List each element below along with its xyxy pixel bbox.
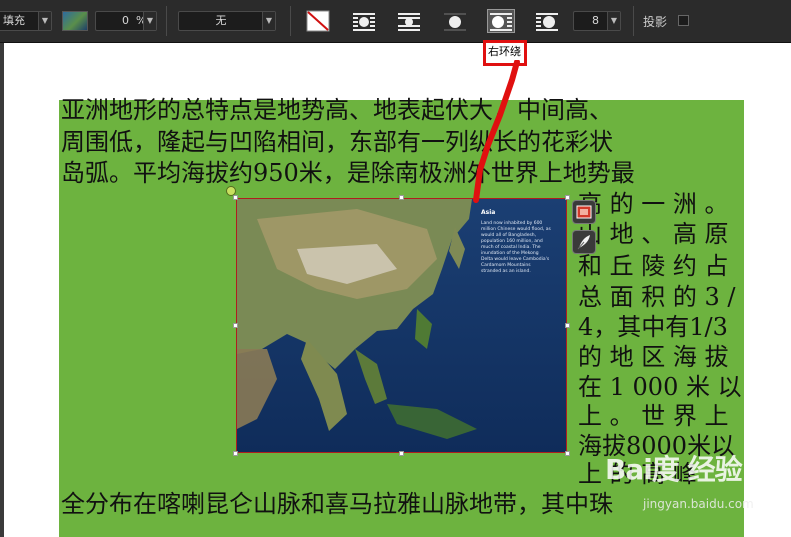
chevron-down-icon: ▼ bbox=[38, 12, 51, 30]
wrap-square-icon bbox=[353, 13, 375, 31]
wrap-none-button[interactable] bbox=[442, 10, 468, 32]
separator bbox=[290, 6, 291, 36]
paragraph-line: 亚洲地形的总特点是地势高、地表起伏大，中间高、 bbox=[61, 96, 613, 124]
rotate-handle[interactable] bbox=[226, 186, 236, 196]
edit-image-button[interactable] bbox=[572, 230, 596, 254]
wrap-left-button[interactable] bbox=[534, 10, 560, 32]
resize-handle[interactable] bbox=[565, 323, 570, 328]
tooltip-text: 右环绕 bbox=[488, 45, 521, 58]
resize-handle[interactable] bbox=[565, 195, 570, 200]
wrap-left-icon bbox=[536, 13, 558, 31]
picture-icon bbox=[576, 205, 592, 219]
paragraph-line: 高 的 一 洲 。 bbox=[578, 190, 729, 218]
resize-handle[interactable] bbox=[233, 195, 238, 200]
paragraph-line: 上 。 世 界 上 bbox=[578, 402, 729, 430]
shadow-label: 投影 bbox=[643, 15, 668, 29]
annotation-arrow-line bbox=[473, 60, 520, 203]
watermark-url: jingyan.baidu.com bbox=[643, 497, 754, 511]
paragraph-line: 岛弧。平均海拔约950米，是除南极洲外世界上地势最 bbox=[61, 159, 635, 187]
resize-handle[interactable] bbox=[399, 451, 404, 456]
resize-handle[interactable] bbox=[565, 451, 570, 456]
toolbar: 填充 ▼ 0 % ▼ 无 ▼ 8 ▼ 投影 bbox=[0, 0, 791, 43]
wrap-distance-field[interactable]: 8 ▼ bbox=[573, 11, 621, 31]
opacity-value: 0 bbox=[122, 14, 129, 27]
wrap-top-bottom-icon bbox=[398, 13, 420, 31]
image-effects-button[interactable] bbox=[572, 200, 596, 224]
texture-swatch[interactable] bbox=[62, 11, 88, 31]
watermark-logo: Bai度 经验 bbox=[605, 453, 743, 486]
no-fill-icon bbox=[306, 10, 330, 32]
paragraph-line: 山 地 、 高 原 bbox=[578, 220, 729, 248]
paragraph-line: 和 丘 陵 约 占 bbox=[578, 252, 729, 280]
wrap-right-button[interactable] bbox=[487, 9, 515, 33]
wrap-right-icon bbox=[490, 13, 512, 31]
paragraph-line: 的 地 区 海 拔 bbox=[578, 343, 729, 371]
wrap-top-bottom-button[interactable] bbox=[396, 10, 422, 32]
paragraph-line: 周围低，隆起与凹陷相间，东部有一列纵长的花彩状 bbox=[61, 128, 613, 156]
no-fill-button[interactable] bbox=[305, 10, 331, 32]
fill-select-label: 填充 bbox=[3, 14, 25, 27]
baidu-watermark: Bai度 经验 jingyan.baidu.com bbox=[605, 448, 754, 511]
chevron-down-icon[interactable]: ▼ bbox=[607, 12, 620, 30]
resize-handle[interactable] bbox=[233, 323, 238, 328]
border-select[interactable]: 无 ▼ bbox=[178, 11, 276, 31]
paragraph-line: 4，其中有1/3 bbox=[578, 313, 728, 341]
map-caption-title: Asia bbox=[481, 209, 496, 216]
shadow-checkbox[interactable] bbox=[678, 15, 689, 26]
paragraph-line: 在 1 000 米 以 bbox=[578, 373, 742, 401]
separator bbox=[633, 6, 634, 36]
paragraph-line: 全分布在喀喇昆仑山脉和喜马拉雅山脉地带，其中珠 bbox=[61, 490, 613, 518]
resize-handle[interactable] bbox=[399, 195, 404, 200]
fill-select[interactable]: 填充 ▼ bbox=[0, 11, 52, 31]
asia-map-image[interactable]: Asia Land now inhabited by 600 million C… bbox=[236, 198, 567, 453]
paragraph-line: 总 面 积 的 3 / bbox=[578, 283, 736, 311]
canvas-edge bbox=[0, 43, 4, 537]
map-caption-body: Land now inhabited by 600 million Chines… bbox=[481, 221, 551, 274]
feather-pen-icon bbox=[577, 235, 590, 250]
wrap-none-icon bbox=[444, 13, 466, 31]
chevron-down-icon: ▼ bbox=[262, 12, 275, 30]
resize-handle[interactable] bbox=[233, 451, 238, 456]
wrap-square-button[interactable] bbox=[351, 10, 377, 32]
opacity-field[interactable]: 0 % ▼ bbox=[95, 11, 157, 31]
chevron-down-icon[interactable]: ▼ bbox=[143, 12, 156, 30]
wrap-distance-value: 8 bbox=[592, 14, 599, 27]
separator bbox=[166, 6, 167, 36]
border-select-label: 无 bbox=[215, 14, 227, 27]
